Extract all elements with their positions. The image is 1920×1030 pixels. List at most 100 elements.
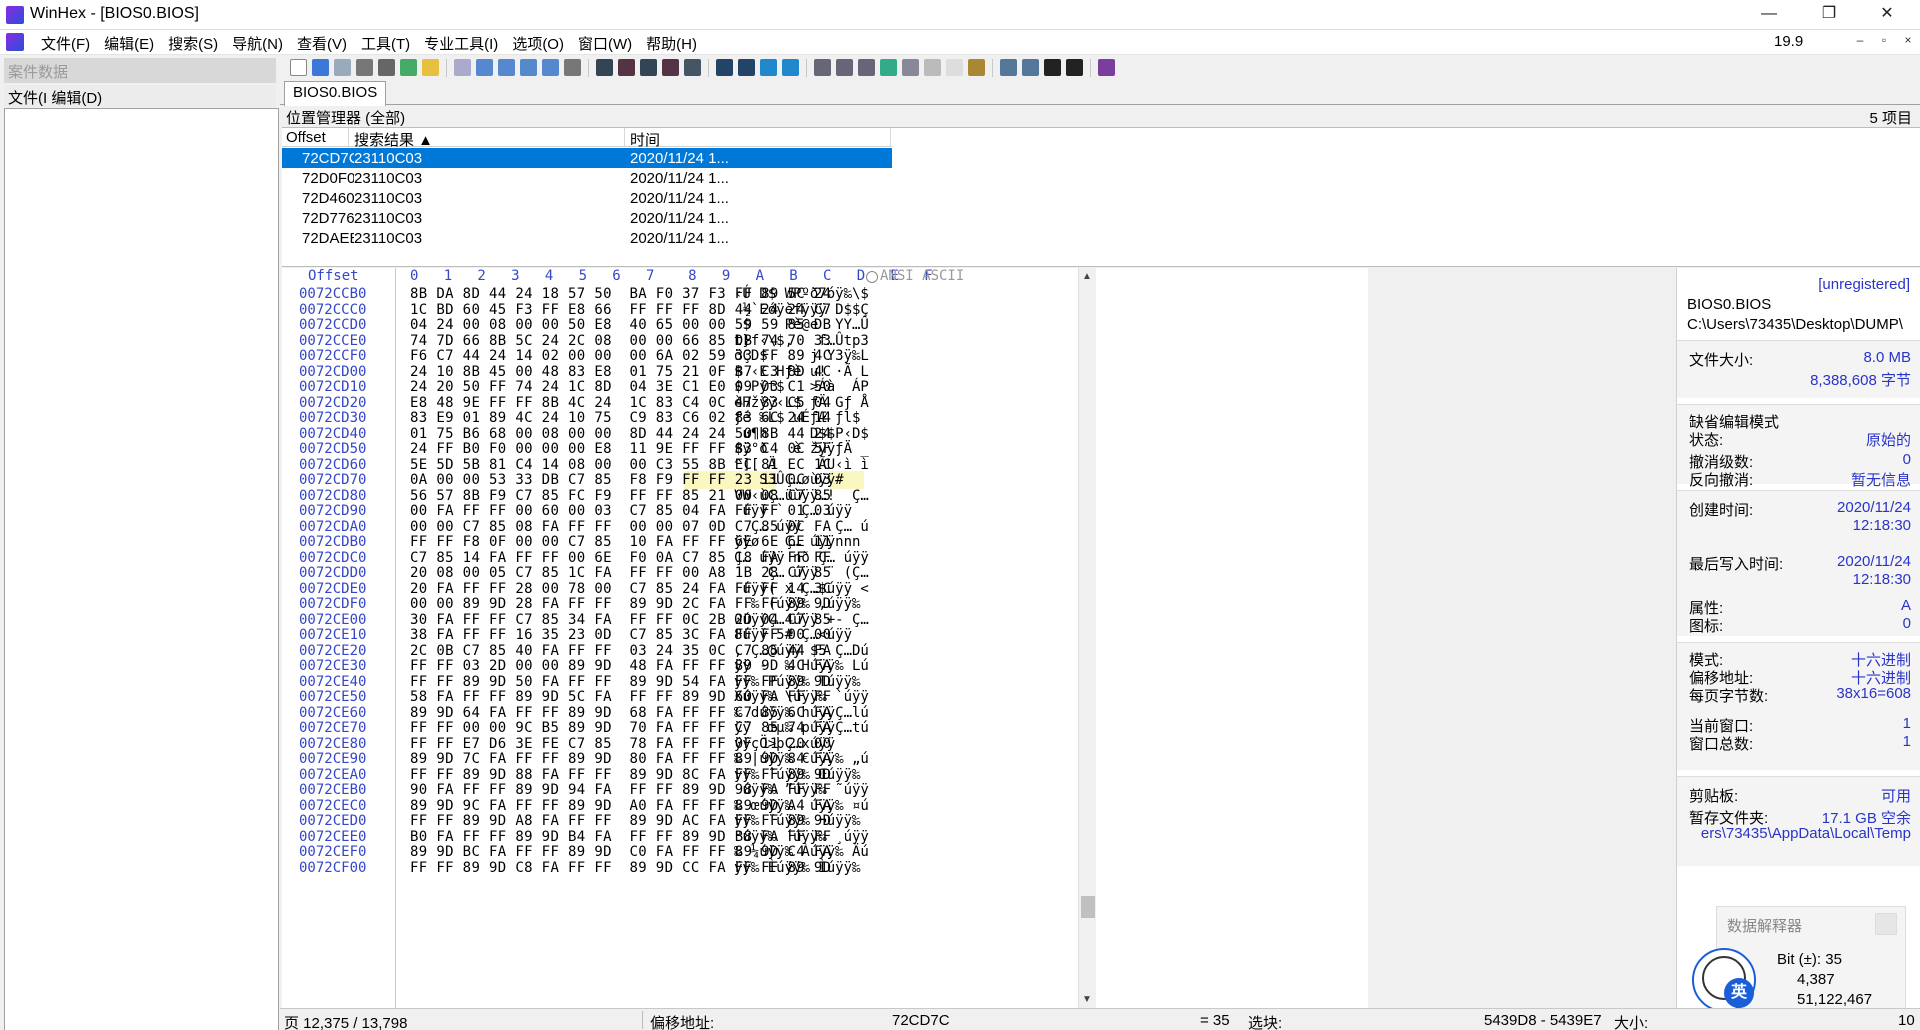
tab-bios0[interactable]: BIOS0.BIOS	[284, 81, 387, 106]
hex-row-ascii[interactable]: 0úÿÿÇ…4úÿÿ +- Ç…	[734, 612, 869, 628]
hex-row-ascii[interactable]: 8úÿÿ 5# Ç…<úÿÿ	[734, 627, 869, 643]
disk-clone-icon[interactable]	[836, 59, 853, 76]
open-disk-icon[interactable]	[400, 59, 417, 76]
grid-icon[interactable]	[1022, 59, 1039, 76]
hex-row-ascii[interactable]: VW‹ùÇ…üùÿÿ…! Ç…	[734, 488, 869, 504]
hex-row-ascii[interactable]: ½`Eóÿèfÿÿÿ D$$Ç	[734, 302, 868, 318]
prev-icon[interactable]	[1044, 59, 1061, 76]
child-close-button[interactable]: ×	[1898, 33, 1918, 51]
menu-item[interactable]: 查看(V)	[290, 33, 354, 54]
copy-icon[interactable]	[498, 59, 515, 76]
open-file-icon[interactable]	[312, 59, 329, 76]
child-restore-button[interactable]: ▫	[1874, 33, 1894, 51]
hex-copy-icon[interactable]	[564, 59, 581, 76]
table-row[interactable]: 72D460 23110C03 2020/11/24 1...	[282, 188, 892, 208]
table-row[interactable]: 72DAEE 23110C03 2020/11/24 1...	[282, 228, 892, 248]
close-interpreter-button[interactable]	[1875, 913, 1897, 935]
help-book-icon[interactable]	[1098, 59, 1115, 76]
restore-button[interactable]: ❐	[1800, 0, 1858, 30]
find-next-icon[interactable]	[684, 59, 701, 76]
hex-row-ascii[interactable]: °úÿÿ‰ ´úÿÿ‰ ¸úÿÿ	[734, 829, 869, 845]
case-tree[interactable]	[4, 108, 279, 1030]
scroll-thumb[interactable]	[1081, 896, 1095, 918]
paste-write-icon[interactable]	[542, 59, 559, 76]
paste-icon[interactable]	[520, 59, 537, 76]
hex-row-ascii[interactable]: ÿÿ‰ Púÿÿ‰ Túÿÿ‰	[734, 674, 869, 690]
hex-row-ascii[interactable]: $ÿ°ð è žÿÿƒÄ _	[734, 441, 869, 457]
menu-item[interactable]: 专业工具(I)	[417, 33, 505, 54]
analyze-icon[interactable]	[968, 59, 985, 76]
hex-row-ascii[interactable]: úÿÿ‰ ”úÿÿ‰ ˜úÿÿ	[734, 782, 868, 798]
goto-offset-icon[interactable]	[716, 59, 733, 76]
scroll-down-icon[interactable]: ▼	[1082, 994, 1092, 1005]
menu-item[interactable]: 选项(O)	[505, 33, 571, 54]
print-icon[interactable]	[356, 59, 373, 76]
column-time[interactable]: 时间	[630, 129, 660, 150]
hex-row-ascii[interactable]: úÿÿ ` Ç… úÿÿ	[734, 503, 869, 519]
undo-icon[interactable]	[454, 59, 471, 76]
search-icon[interactable]	[902, 59, 919, 76]
document-icon[interactable]	[6, 33, 24, 51]
next-icon[interactable]	[1066, 59, 1083, 76]
hex-row-ascii[interactable]: èHžÿÿ‹L$ ƒÄ Gƒ Å	[734, 395, 869, 411]
hex-row-ascii[interactable]: , Ç…@úÿÿ $5 Ç…Dú	[734, 643, 869, 659]
hex-row-ascii[interactable]: t}f‹\$, f…Ûtp3	[734, 333, 869, 349]
menu-item[interactable]: 工具(T)	[354, 33, 417, 54]
find-hex-icon[interactable]	[618, 59, 635, 76]
child-minimize-button[interactable]: –	[1850, 33, 1870, 51]
hex-row-ascii[interactable]: Ç… úÿÿ Ç… ú	[734, 519, 869, 535]
hex-row-ascii[interactable]: Ç… úÿÿ ¨ (Ç…	[734, 565, 869, 581]
disk-image-icon[interactable]	[858, 59, 875, 76]
back-arrow-icon[interactable]	[760, 59, 777, 76]
hash-icon[interactable]	[924, 59, 941, 76]
replace-hex-icon[interactable]	[662, 59, 679, 76]
hex-row-ascii[interactable]: öÇD$ j Y3ÿ‰L	[734, 348, 869, 364]
hex-row-ascii[interactable]: $ Pè@e YY…Û	[734, 317, 868, 333]
forward-arrow-icon[interactable]	[782, 59, 799, 76]
hex-row-ascii[interactable]: Ç… úÿÿ nð Ç… úÿÿ	[734, 550, 869, 566]
hex-row-ascii[interactable]: ‰ œúÿÿ‰ úÿÿ‰ ¤ú	[734, 798, 869, 814]
hex-row-ascii[interactable]: ÿÿçÖ>þÇ…xúÿÿ	[734, 736, 869, 752]
disk-icon[interactable]	[814, 59, 831, 76]
open-folder-icon[interactable]	[422, 59, 439, 76]
goto-page-icon[interactable]	[738, 59, 755, 76]
menu-item[interactable]: 搜索(S)	[161, 33, 225, 54]
view-mode-icon[interactable]	[1000, 59, 1017, 76]
minimize-button[interactable]: —	[1740, 0, 1798, 30]
new-file-icon[interactable]	[290, 59, 307, 76]
cut-icon[interactable]	[476, 59, 493, 76]
column-offset[interactable]: Offset	[286, 129, 326, 146]
hex-scrollbar[interactable]: ▲ ▼	[1078, 268, 1096, 1008]
table-row[interactable]: 72D776 23110C03 2020/11/24 1...	[282, 208, 892, 228]
hex-row-ascii[interactable]: ‹Ú D$ WPºð7óÿ‰\$	[734, 286, 869, 302]
table-row[interactable]: 72D0F0 23110C03 2020/11/24 1...	[282, 168, 892, 188]
menu-item[interactable]: 导航(N)	[225, 33, 290, 54]
table-row[interactable]: 72CD7C 23110C03 2020/11/24 1...	[282, 148, 892, 168]
hex-row-ascii[interactable]: Xúÿÿ‰ \úÿÿ‰ `úÿÿ	[734, 689, 869, 705]
save-icon[interactable]	[334, 59, 351, 76]
hex-row-ascii[interactable]: ‰ (úÿÿ‰ ,úÿÿ‰	[734, 596, 869, 612]
column-search-result[interactable]: 搜索结果 ▲	[354, 129, 433, 150]
hex-row-ascii[interactable]: ÿÿ‰ Èúÿÿ‰ Ìúÿÿ‰	[734, 860, 869, 876]
hex-row-ascii[interactable]: ÿÿ - ‰ Húÿÿ‰ Lú	[734, 658, 869, 674]
hex-row-ascii[interactable]: ƒé ‰L$ uÉƒÆ ƒl$	[734, 410, 869, 426]
hex-row-ascii[interactable]: ÿÿø Ç… úÿÿnnn	[734, 534, 869, 550]
close-button[interactable]: ✕	[1858, 0, 1916, 30]
menu-item[interactable]: 帮助(H)	[639, 33, 704, 54]
menu-item[interactable]: 编辑(E)	[97, 33, 161, 54]
hex-row-ascii[interactable]: $ Pÿt$ >Áà ÁP	[734, 379, 869, 395]
scroll-up-icon[interactable]: ▲	[1082, 271, 1092, 282]
replace-text-icon[interactable]	[640, 59, 657, 76]
hex-row-ascii[interactable]: S3ÛÇ…øùÿÿ#	[734, 472, 869, 488]
hex-row-ascii[interactable]: ‰ |úÿÿ‰ €úÿÿ‰ „ú	[734, 751, 869, 767]
ram-icon[interactable]	[880, 59, 897, 76]
hex-row-ascii[interactable]: ÿÿ‰ ¨úÿÿ‰ ¬úÿÿ‰	[734, 813, 869, 829]
hex-row-ascii[interactable]: ÿÿ‰ ˆúÿÿ‰ Œúÿÿ‰	[734, 767, 869, 783]
target-icon[interactable]	[866, 271, 878, 283]
hex-row-ascii[interactable]: ‰ ¼úÿÿ‰ Àúÿÿ‰ Äú	[734, 844, 869, 860]
find-text-icon[interactable]	[596, 59, 613, 76]
hex-row-ascii[interactable]: u¶h D$$P‹D$	[734, 426, 868, 442]
menu-item[interactable]: 窗口(W)	[571, 33, 639, 54]
menu-item[interactable]: 文件(F)	[34, 33, 97, 54]
ime-indicator[interactable]: 英	[1692, 948, 1756, 1012]
